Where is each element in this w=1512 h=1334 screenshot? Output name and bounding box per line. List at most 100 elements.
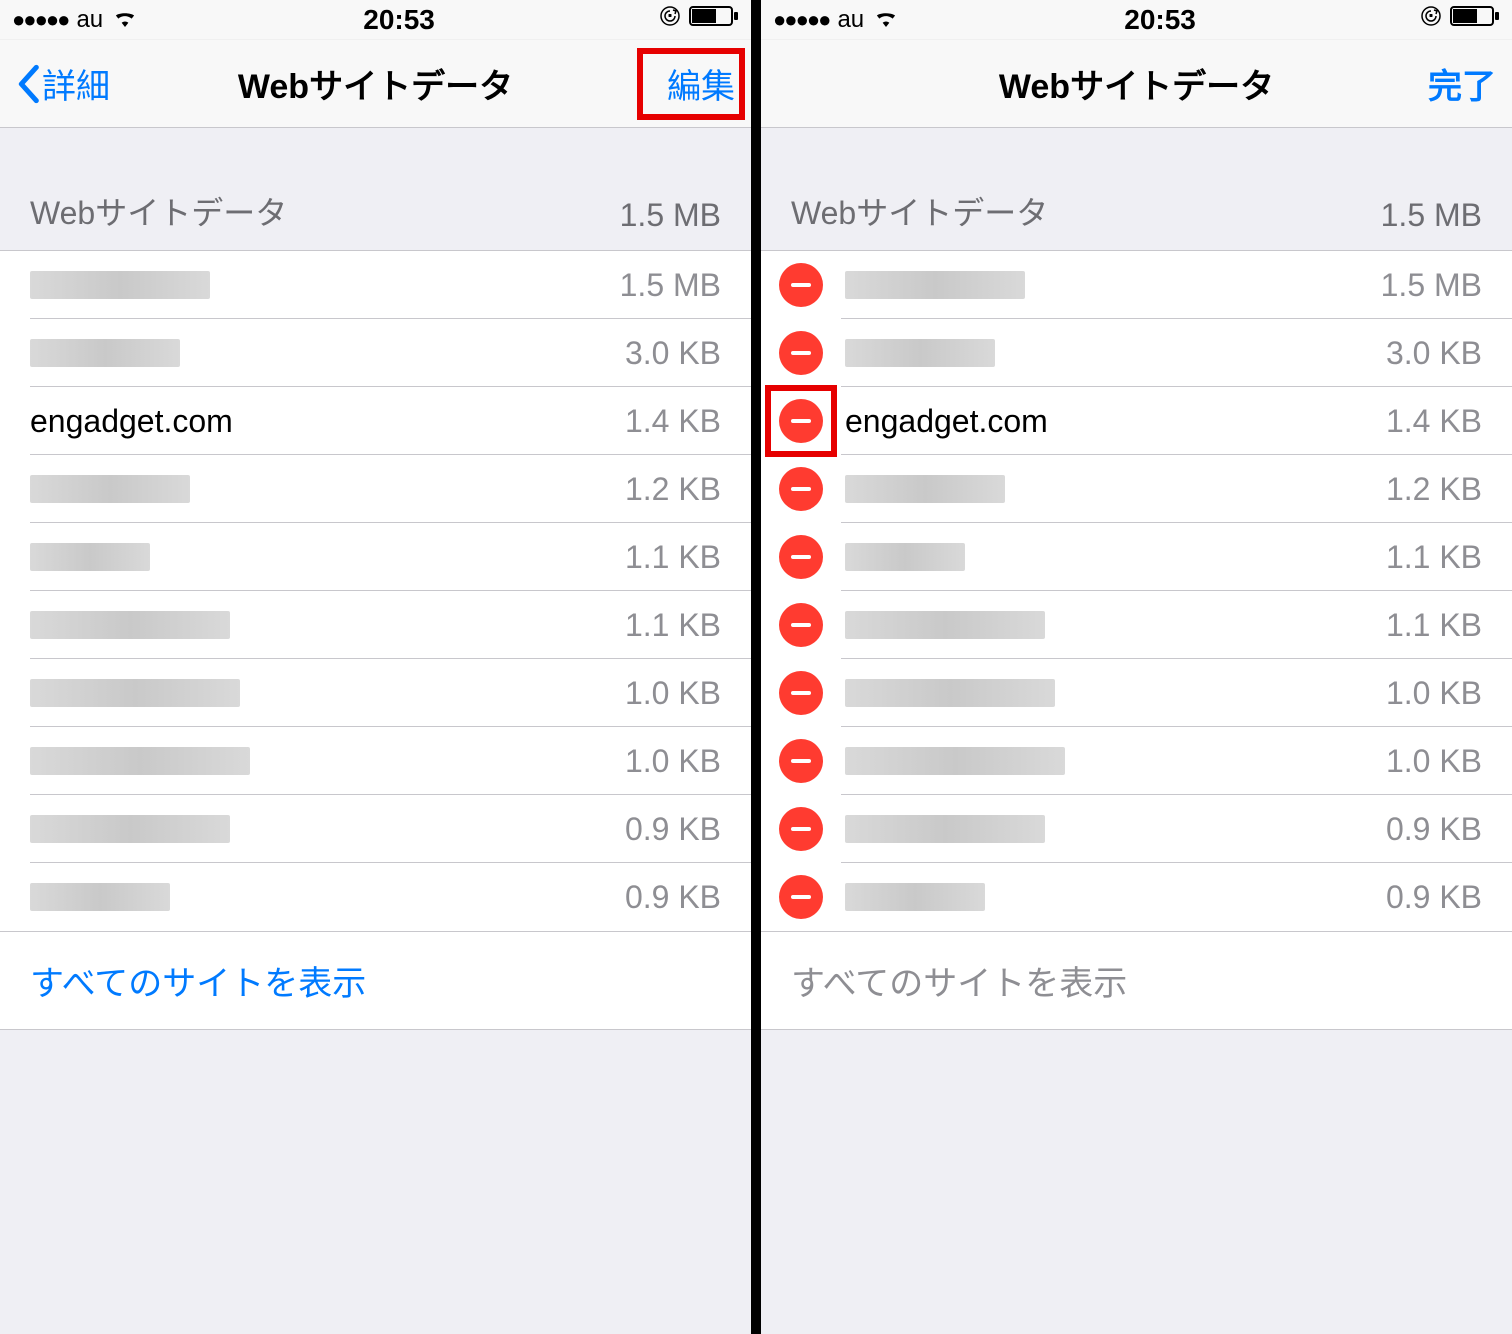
- site-domain: [30, 339, 625, 367]
- done-button[interactable]: 完了: [1428, 59, 1496, 108]
- site-domain: [845, 611, 1386, 639]
- battery-icon: [689, 5, 739, 34]
- site-size: 0.9 KB: [625, 811, 721, 848]
- site-domain: [845, 679, 1386, 707]
- list-item[interactable]: 1.1 KB: [0, 523, 751, 591]
- site-domain: [30, 815, 625, 843]
- site-size: 1.4 KB: [625, 403, 721, 440]
- battery-icon: [1450, 5, 1500, 34]
- screen-left: ●●●●● au 20:53 詳細 Webサイトデータ 編集 Webサイトデータ…: [0, 0, 751, 1334]
- site-domain: [30, 679, 625, 707]
- list-item[interactable]: 1.2 KB: [0, 455, 751, 523]
- site-domain: [845, 339, 1386, 367]
- list-item: 1.5 MB: [761, 251, 1512, 319]
- delete-button[interactable]: [779, 739, 823, 783]
- site-domain: [30, 475, 625, 503]
- rotation-lock-icon: [659, 5, 681, 34]
- list-item[interactable]: 1.0 KB: [0, 727, 751, 795]
- redacted-text: [845, 543, 965, 571]
- list-item: 1.0 KB: [761, 727, 1512, 795]
- redacted-text: [845, 747, 1065, 775]
- redacted-text: [845, 339, 995, 367]
- redacted-text: [845, 883, 985, 911]
- carrier-label: au: [837, 6, 864, 34]
- list-item[interactable]: 0.9 KB: [0, 863, 751, 931]
- website-list: 1.5 MB 3.0 KB engadget.com1.4 KB 1.2 KB 1.1 …: [0, 250, 751, 932]
- list-item[interactable]: 1.5 MB: [0, 251, 751, 319]
- nav-title: Webサイトデータ: [238, 59, 513, 108]
- site-size: 1.2 KB: [1386, 471, 1482, 508]
- redacted-text: [30, 271, 210, 299]
- delete-button[interactable]: [779, 467, 823, 511]
- back-button[interactable]: 詳細: [16, 59, 110, 108]
- list-item[interactable]: 1.0 KB: [0, 659, 751, 727]
- site-domain: [845, 475, 1386, 503]
- section-label: Webサイトデータ: [30, 188, 287, 234]
- section-header: Webサイトデータ 1.5 MB: [761, 128, 1512, 250]
- site-size: 1.5 MB: [620, 267, 721, 304]
- delete-button[interactable]: [779, 399, 823, 443]
- site-size: 0.9 KB: [1386, 879, 1482, 916]
- site-size: 1.0 KB: [1386, 743, 1482, 780]
- signal-dots: ●●●●●: [12, 7, 68, 33]
- list-item: 1.1 KB: [761, 523, 1512, 591]
- redacted-text: [845, 271, 1025, 299]
- section-header: Webサイトデータ 1.5 MB: [0, 128, 751, 250]
- site-size: 1.2 KB: [625, 471, 721, 508]
- show-all-sites[interactable]: すべてのサイトを表示: [0, 931, 751, 1030]
- nav-title: Webサイトデータ: [999, 59, 1274, 108]
- delete-button[interactable]: [779, 807, 823, 851]
- screen-right: ●●●●● au 20:53 Webサイトデータ 完了 Webサイトデータ 1.…: [761, 0, 1512, 1334]
- screen-divider: [751, 0, 761, 1334]
- site-size: 0.9 KB: [625, 879, 721, 916]
- list-item: 3.0 KB: [761, 319, 1512, 387]
- status-time: 20:53: [363, 4, 435, 36]
- list-item[interactable]: 0.9 KB: [0, 795, 751, 863]
- site-size: 1.5 MB: [1381, 267, 1482, 304]
- site-size: 1.1 KB: [625, 607, 721, 644]
- site-domain: [845, 543, 1386, 571]
- redacted-text: [30, 339, 180, 367]
- site-size: 0.9 KB: [1386, 811, 1482, 848]
- site-size: 1.1 KB: [625, 539, 721, 576]
- list-item: 1.0 KB: [761, 659, 1512, 727]
- redacted-text: [30, 611, 230, 639]
- list-item[interactable]: engadget.com1.4 KB: [0, 387, 751, 455]
- status-time: 20:53: [1124, 4, 1196, 36]
- delete-button[interactable]: [779, 671, 823, 715]
- site-size: 1.4 KB: [1386, 403, 1482, 440]
- list-item[interactable]: 3.0 KB: [0, 319, 751, 387]
- site-size: 3.0 KB: [625, 335, 721, 372]
- status-bar: ●●●●● au 20:53: [761, 0, 1512, 40]
- site-size: 1.1 KB: [1386, 539, 1482, 576]
- section-total: 1.5 MB: [1381, 197, 1482, 234]
- delete-button[interactable]: [779, 263, 823, 307]
- list-item: engadget.com1.4 KB: [761, 387, 1512, 455]
- site-size: 3.0 KB: [1386, 335, 1482, 372]
- show-all-sites-disabled: すべてのサイトを表示: [761, 931, 1512, 1030]
- site-domain: [30, 747, 625, 775]
- edit-button[interactable]: 編集: [667, 59, 735, 108]
- list-item: 1.1 KB: [761, 591, 1512, 659]
- redacted-text: [845, 611, 1045, 639]
- delete-button[interactable]: [779, 535, 823, 579]
- redacted-text: [30, 815, 230, 843]
- delete-button[interactable]: [779, 875, 823, 919]
- redacted-text: [30, 475, 190, 503]
- delete-button[interactable]: [779, 603, 823, 647]
- list-item[interactable]: 1.1 KB: [0, 591, 751, 659]
- nav-bar: 詳細 Webサイトデータ 編集: [0, 40, 751, 128]
- site-domain: [30, 543, 625, 571]
- site-domain: [30, 611, 625, 639]
- back-label: 詳細: [42, 59, 110, 108]
- list-item: 0.9 KB: [761, 795, 1512, 863]
- rotation-lock-icon: [1420, 5, 1442, 34]
- site-domain: engadget.com: [845, 403, 1386, 440]
- site-domain: [845, 747, 1386, 775]
- list-item: 0.9 KB: [761, 863, 1512, 931]
- site-size: 1.0 KB: [625, 743, 721, 780]
- site-domain: [845, 883, 1386, 911]
- delete-button[interactable]: [779, 331, 823, 375]
- site-domain: [845, 271, 1381, 299]
- website-list-edit: 1.5 MB3.0 KBengadget.com1.4 KB1.2 KB1.1 …: [761, 250, 1512, 932]
